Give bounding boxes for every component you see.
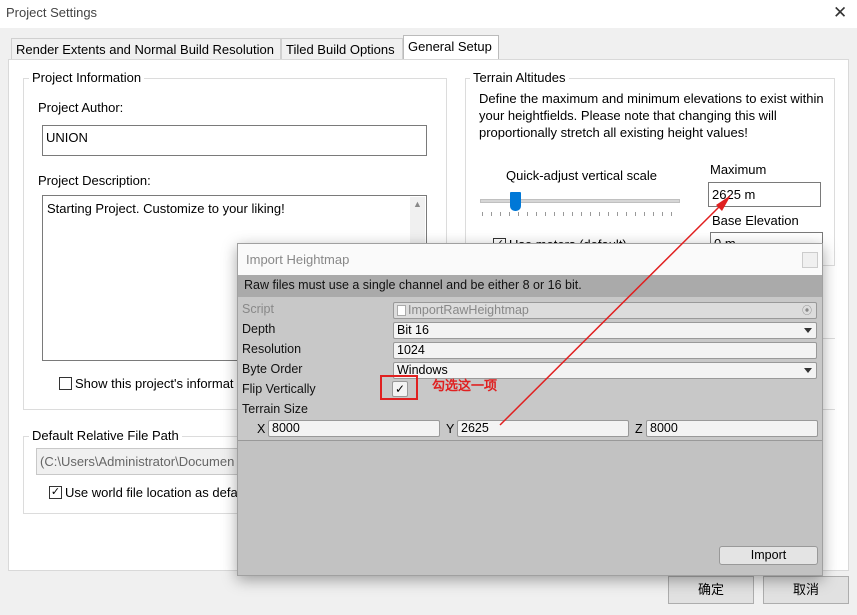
annotation-arrow <box>499 195 731 426</box>
